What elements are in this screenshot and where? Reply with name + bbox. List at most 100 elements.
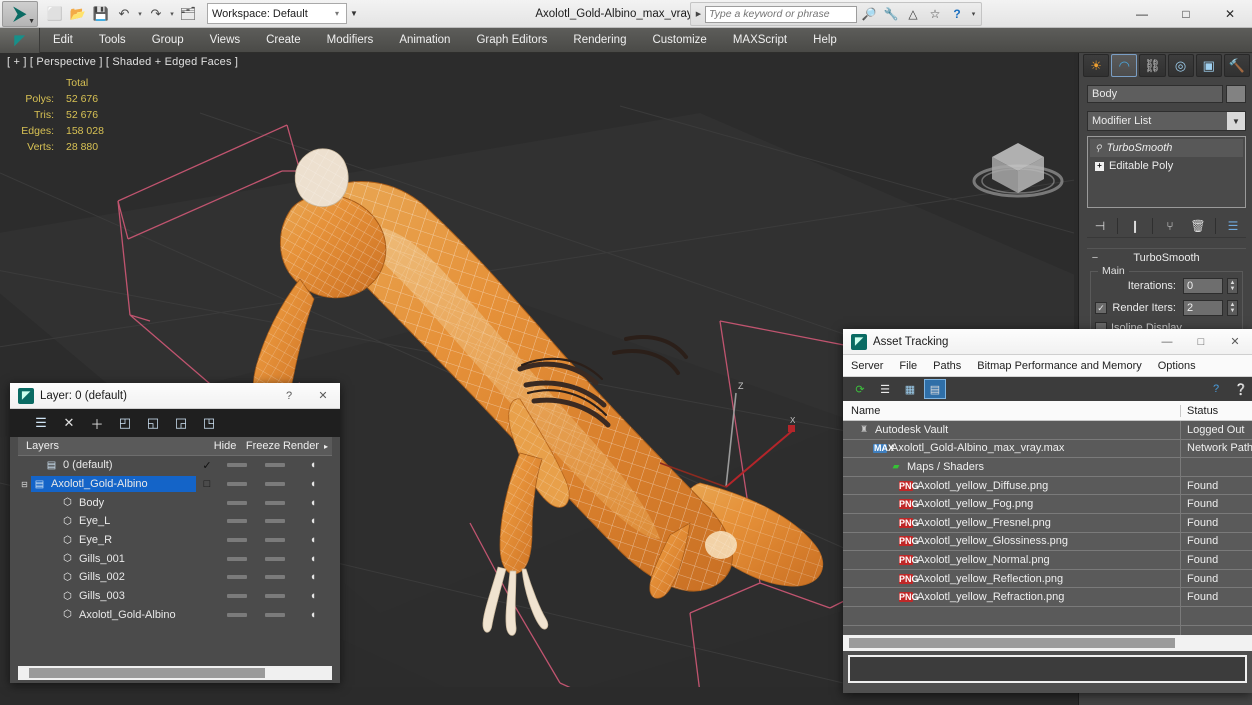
asset-maximize-button[interactable]: □	[1184, 329, 1218, 355]
asset-minimize-button[interactable]: —	[1150, 329, 1184, 355]
cone-icon[interactable]: △	[903, 5, 923, 24]
asset-menu-server[interactable]: Server	[843, 355, 891, 377]
render-cell[interactable]: ◖	[294, 553, 332, 565]
help-icon[interactable]: ?	[947, 5, 967, 24]
object-color-swatch[interactable]	[1226, 85, 1246, 103]
search-expand-icon[interactable]: ▶	[694, 10, 703, 18]
menu-item-create[interactable]: Create	[253, 28, 314, 53]
lightbulb-icon[interactable]: ⚲	[1095, 143, 1102, 154]
close-button[interactable]: ✕	[1208, 0, 1252, 28]
menu-item-group[interactable]: Group	[139, 28, 197, 53]
asset-menu-paths[interactable]: Paths	[925, 355, 969, 377]
set-project-folder-icon[interactable]: 🗂	[177, 3, 199, 25]
modifier-stack-item-turbosmooth[interactable]: ⚲ TurboSmooth	[1090, 139, 1243, 157]
column-header-hide[interactable]: Hide	[206, 440, 244, 452]
table-row[interactable]	[843, 625, 1252, 635]
context-help-icon[interactable]: ❔	[1230, 379, 1252, 399]
table-row[interactable]: ♜ Autodesk Vault Logged Out	[843, 421, 1252, 440]
freeze-cell[interactable]	[256, 594, 294, 599]
freeze-cell[interactable]	[256, 463, 294, 468]
refresh-icon[interactable]: ⟳	[849, 379, 871, 399]
table-row[interactable]: PNG Axolotl_yellow_Normal.png Found	[843, 551, 1252, 570]
add-selection-to-layer-icon[interactable]: ◲	[168, 411, 194, 435]
expand-plus-icon[interactable]: +	[1095, 161, 1104, 171]
table-row[interactable]: ⬡ Gills_003 ◖	[18, 587, 332, 606]
scrollbar-thumb[interactable]	[29, 668, 265, 678]
render-iters-checkbox[interactable]: ✓	[1095, 302, 1107, 314]
table-row[interactable]: PNG Axolotl_yellow_Reflection.png Found	[843, 569, 1252, 589]
render-cell[interactable]: ◖	[294, 571, 332, 583]
current-layer-check[interactable]: □	[196, 478, 218, 490]
table-row[interactable]: ▤ 0 (default) ✓ ◖	[18, 456, 332, 475]
binoculars-icon[interactable]: 🔎	[859, 5, 879, 24]
layer-dialog[interactable]: ◤ Layer: 0 (default) ? ✕ ☰ ✕ ＋ ◰ ◱ ◲ ◳ L…	[10, 383, 340, 683]
column-header-layers[interactable]: Layers	[18, 440, 206, 452]
collapse-icon[interactable]: −	[1087, 252, 1103, 264]
asset-close-button[interactable]: ✕	[1218, 329, 1252, 355]
viewport-label[interactable]: [ + ] [ Perspective ] [ Shaded + Edged F…	[7, 56, 238, 68]
table-row[interactable]: PNG Axolotl_yellow_Refraction.png Found	[843, 588, 1252, 607]
chevron-down-icon[interactable]: ▼	[28, 18, 35, 25]
minimize-button[interactable]: —	[1120, 0, 1164, 28]
freeze-cell[interactable]	[256, 482, 294, 487]
menu-item-customize[interactable]: Customize	[639, 28, 719, 53]
menu-item-help[interactable]: Help	[800, 28, 850, 53]
render-cell[interactable]: ◖	[294, 590, 332, 602]
scrollbar-thumb[interactable]	[849, 638, 1175, 648]
workspace-dropdown-icon[interactable]: ▼	[347, 3, 361, 24]
table-row[interactable]: PNG Axolotl_yellow_Fog.png Found	[843, 495, 1252, 514]
help-icon[interactable]: ?	[1205, 379, 1227, 399]
modifier-stack[interactable]: ⚲ TurboSmooth + Editable Poly	[1087, 136, 1246, 208]
freeze-cell[interactable]	[256, 612, 294, 617]
table-row[interactable]: ⊟ ▤ Axolotl_Gold-Albino □ ◖	[18, 475, 332, 494]
motion-tab[interactable]: ◎	[1167, 54, 1194, 77]
save-file-icon[interactable]: 💾	[90, 3, 112, 25]
freeze-cell[interactable]	[256, 500, 294, 505]
utilities-tab[interactable]: 🔨	[1223, 54, 1251, 77]
modify-tab[interactable]: ◠	[1111, 54, 1138, 77]
menu-item-views[interactable]: Views	[197, 28, 253, 53]
freeze-cell[interactable]	[256, 575, 294, 580]
table-row[interactable]: PNG Axolotl_yellow_Fresnel.png Found	[843, 513, 1252, 533]
table-row[interactable]: ▰ Maps / Shaders	[843, 458, 1252, 477]
iterations-spinner[interactable]: ▲ ▼	[1227, 278, 1238, 294]
freeze-cell[interactable]	[256, 519, 294, 524]
hide-cell[interactable]	[218, 575, 256, 580]
asset-menu-bitmap-performance[interactable]: Bitmap Performance and Memory	[969, 355, 1149, 377]
pin-stack-icon[interactable]: ⊣	[1087, 215, 1113, 237]
create-tab[interactable]: ☀	[1083, 54, 1110, 77]
star-icon[interactable]: ☆	[925, 5, 945, 24]
open-file-icon[interactable]: 📂	[67, 3, 89, 25]
render-cell[interactable]: ◖	[294, 497, 332, 509]
table-row[interactable]: MAX Axolotl_Gold-Albino_max_vray.max Net…	[843, 439, 1252, 459]
menu-item-maxscript[interactable]: MAXScript	[720, 28, 800, 53]
render-cell[interactable]: ◖	[294, 534, 332, 546]
table-row[interactable]: ⬡ Body ◖	[18, 493, 332, 512]
menu-item-tools[interactable]: Tools	[86, 28, 139, 53]
hide-cell[interactable]	[218, 482, 256, 487]
show-end-result-icon[interactable]: ❙	[1122, 215, 1148, 237]
iterations-input[interactable]: 0	[1183, 278, 1223, 294]
help-dropdown-icon[interactable]: ▾	[969, 10, 978, 18]
hide-cell[interactable]	[218, 594, 256, 599]
layer-horizontal-scrollbar[interactable]	[18, 666, 332, 680]
hide-cell[interactable]	[218, 556, 256, 561]
application-menu-button[interactable]: ⮞ ▼	[2, 0, 38, 27]
create-new-layer-icon[interactable]: ☰	[28, 411, 54, 435]
make-unique-icon[interactable]: ⑂	[1157, 215, 1183, 237]
table-row[interactable]: ⬡ Gills_002 ◖	[18, 568, 332, 587]
hide-cell[interactable]	[218, 612, 256, 617]
table-row[interactable]: ⬡ Eye_L ◖	[18, 512, 332, 531]
layer-dialog-close-button[interactable]: ✕	[306, 383, 340, 409]
object-name-field[interactable]: Body	[1087, 85, 1223, 103]
column-header-status[interactable]: Status	[1180, 404, 1252, 417]
row-expander[interactable]: ⊟	[18, 480, 31, 489]
modifier-list-dropdown[interactable]: Modifier List ▼	[1087, 111, 1246, 131]
display-tab[interactable]: ▣	[1195, 54, 1222, 77]
wrench-icon[interactable]: 🔧	[881, 5, 901, 24]
layer-list[interactable]: ▤ 0 (default) ✓ ◖ ⊟ ▤ Axolotl_Gold-Albin…	[18, 456, 332, 660]
modifier-stack-item-editable-poly[interactable]: + Editable Poly	[1090, 157, 1243, 175]
remove-modifier-icon[interactable]: 🗑	[1185, 215, 1211, 237]
workspace-selector[interactable]: Workspace: Default ▾	[207, 3, 347, 24]
hide-cell[interactable]	[218, 519, 256, 524]
